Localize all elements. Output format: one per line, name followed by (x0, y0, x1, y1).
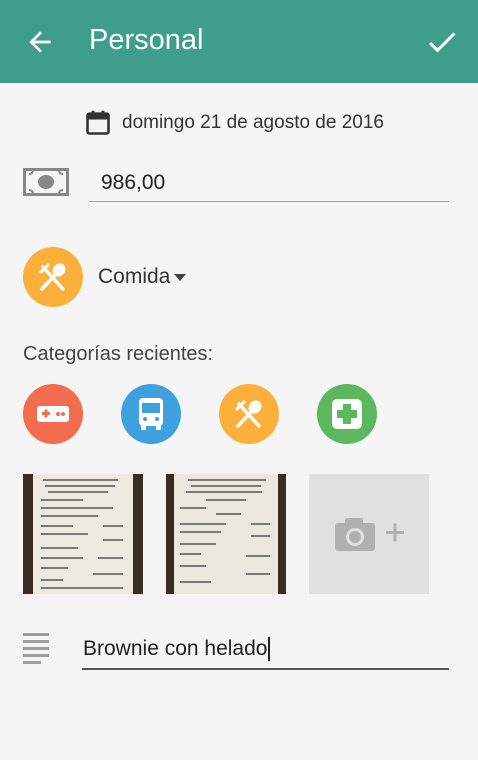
receipt-image (166, 474, 286, 594)
recent-categories-label: Categorías recientes: (23, 343, 214, 365)
calendar-icon (86, 110, 110, 135)
recent-category-health[interactable] (317, 384, 377, 444)
page-title: Personal (89, 24, 204, 56)
date-text: domingo 21 de agosto de 2016 (122, 112, 384, 133)
amount-input[interactable]: 986,00 (89, 165, 449, 202)
top-app-bar: Personal (0, 0, 478, 83)
gamepad-icon (37, 406, 69, 422)
notes-input[interactable]: Brownie con helado (82, 632, 449, 670)
bus-icon (139, 398, 163, 430)
receipt-photo-2[interactable] (166, 474, 286, 594)
recent-category-food[interactable] (219, 384, 279, 444)
receipt-photo-1[interactable] (23, 474, 143, 594)
back-arrow-icon[interactable] (24, 26, 56, 58)
recent-category-transport[interactable] (121, 384, 181, 444)
notes-lines-icon (23, 633, 49, 664)
date-selector[interactable]: domingo 21 de agosto de 2016 (84, 108, 384, 138)
category-dropdown[interactable]: Comida (98, 265, 187, 289)
camera-add-icon (335, 518, 404, 551)
category-label: Comida (98, 265, 171, 288)
add-photo-button[interactable] (309, 474, 429, 594)
utensils-icon (39, 263, 66, 291)
recent-category-games[interactable] (23, 384, 83, 444)
medical-cross-icon (332, 399, 362, 429)
utensils-icon (235, 400, 262, 428)
confirm-check-icon[interactable] (424, 24, 460, 60)
dropdown-caret-icon (174, 273, 187, 281)
receipt-image (23, 474, 143, 594)
selected-category-icon[interactable] (23, 247, 83, 307)
text-cursor (268, 637, 271, 662)
notes-value: Brownie con helado (83, 637, 271, 662)
amount-value: 986,00 (101, 171, 166, 194)
banknote-icon (23, 168, 69, 196)
